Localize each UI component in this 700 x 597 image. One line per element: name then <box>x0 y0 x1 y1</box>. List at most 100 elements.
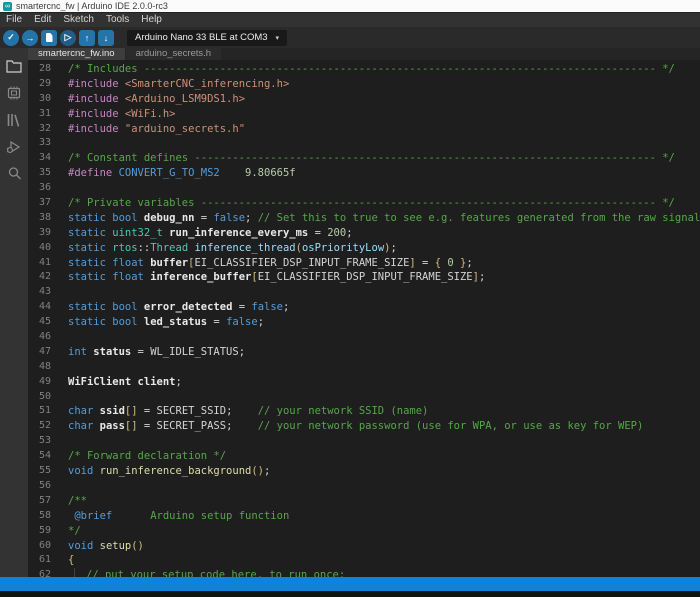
search-icon[interactable] <box>5 165 23 182</box>
code-text: static bool error_detected = false; <box>68 300 700 315</box>
line-number: 50 <box>28 390 68 405</box>
line-number: 30 <box>28 92 68 107</box>
line-number: 58 <box>28 509 68 524</box>
code-line[interactable]: 39static uint32_t run_inference_every_ms… <box>28 226 700 241</box>
code-line[interactable]: 31#include <WiFi.h> <box>28 107 700 122</box>
line-number: 57 <box>28 494 68 509</box>
code-text: /* Forward declaration */ <box>68 449 700 464</box>
indent-guide <box>74 568 86 577</box>
arduino-app-icon: ∞ <box>3 2 12 11</box>
tab-arduino-secrets-h[interactable]: arduino_secrets.h <box>126 48 222 60</box>
code-text: static bool led_status = false; <box>68 315 700 330</box>
code-line[interactable]: 52char pass[] = SECRET_PASS; // your net… <box>28 419 700 434</box>
save-button[interactable]: ↓ <box>98 30 114 46</box>
code-editor[interactable]: 28/* Includes --------------------------… <box>28 60 700 577</box>
code-line[interactable]: 43 <box>28 285 700 300</box>
code-line[interactable]: 32#include "arduino_secrets.h" <box>28 122 700 137</box>
library-manager-icon[interactable] <box>5 111 23 128</box>
code-line[interactable]: 59*/ <box>28 524 700 539</box>
menu-tools[interactable]: Tools <box>100 13 135 27</box>
code-line[interactable]: 28/* Includes --------------------------… <box>28 62 700 77</box>
upload-button[interactable]: → <box>22 30 38 46</box>
tab-smartercnc-fw-ino[interactable]: smartercnc_fw.ino <box>28 48 125 60</box>
code-text: #include <SmarterCNC_inferencing.h> <box>68 77 700 92</box>
menu-sketch[interactable]: Sketch <box>57 13 100 27</box>
line-number: 54 <box>28 449 68 464</box>
line-number: 33 <box>28 136 68 151</box>
code-line[interactable]: 53 <box>28 434 700 449</box>
code-text: { <box>68 553 700 568</box>
line-number: 35 <box>28 166 68 181</box>
code-line[interactable]: 29#include <SmarterCNC_inferencing.h> <box>28 77 700 92</box>
code-line[interactable]: 48 <box>28 360 700 375</box>
line-number: 61 <box>28 553 68 568</box>
code-line[interactable]: 62// put your setup code here, to run on… <box>28 568 700 577</box>
line-number: 28 <box>28 62 68 77</box>
code-text <box>68 181 700 196</box>
code-text: static rtos::Thread inference_thread(osP… <box>68 241 700 256</box>
code-text <box>68 479 700 494</box>
menu-file[interactable]: File <box>0 13 28 27</box>
line-number: 37 <box>28 196 68 211</box>
title-bar: ∞ smartercnc_fw | Arduino IDE 2.0.0-rc3 <box>0 0 700 13</box>
code-line[interactable]: 35#define CONVERT_G_TO_MS2 9.80665f <box>28 166 700 181</box>
code-line[interactable]: 37/* Private variables -----------------… <box>28 196 700 211</box>
code-line[interactable]: 49WiFiClient client; <box>28 375 700 390</box>
code-line[interactable]: 57/** <box>28 494 700 509</box>
code-text: static float buffer[EI_CLASSIFIER_DSP_IN… <box>68 256 700 271</box>
new-sketch-button[interactable] <box>41 30 57 46</box>
code-text: @brief Arduino setup function <box>68 509 700 524</box>
line-number: 39 <box>28 226 68 241</box>
line-number: 29 <box>28 77 68 92</box>
code-text <box>68 434 700 449</box>
debug-icon[interactable] <box>5 138 23 155</box>
board-selector-dropdown[interactable]: Arduino Nano 33 BLE at COM3 ▾ <box>127 30 287 46</box>
code-text: #include <WiFi.h> <box>68 107 700 122</box>
menu-edit[interactable]: Edit <box>28 13 57 27</box>
code-line[interactable]: 56 <box>28 479 700 494</box>
code-text: static uint32_t run_inference_every_ms =… <box>68 226 700 241</box>
code-line[interactable]: 36 <box>28 181 700 196</box>
tab-bar: smartercnc_fw.ino arduino_secrets.h <box>28 48 700 60</box>
open-button[interactable]: ↑ <box>79 30 95 46</box>
code-text: void setup() <box>68 539 700 554</box>
code-text: */ <box>68 524 700 539</box>
code-line[interactable]: 60void setup() <box>28 539 700 554</box>
line-number: 44 <box>28 300 68 315</box>
line-number: 53 <box>28 434 68 449</box>
code-line[interactable]: 40static rtos::Thread inference_thread(o… <box>28 241 700 256</box>
code-line[interactable]: 45static bool led_status = false; <box>28 315 700 330</box>
chevron-down-icon: ▾ <box>276 34 280 42</box>
code-line[interactable]: 30#include <Arduino_LSM9DS1.h> <box>28 92 700 107</box>
code-line[interactable]: 54/* Forward declaration */ <box>28 449 700 464</box>
line-number: 47 <box>28 345 68 360</box>
code-line[interactable]: 58 @brief Arduino setup function <box>28 509 700 524</box>
code-line[interactable]: 55void run_inference_background(); <box>28 464 700 479</box>
menu-help[interactable]: Help <box>135 13 168 27</box>
code-text <box>68 390 700 405</box>
code-text: static bool debug_nn = false; // Set thi… <box>68 211 700 226</box>
code-line[interactable]: 47int status = WL_IDLE_STATUS; <box>28 345 700 360</box>
code-line[interactable]: 42static float inference_buffer[EI_CLASS… <box>28 270 700 285</box>
code-line[interactable]: 46 <box>28 330 700 345</box>
boards-manager-icon[interactable] <box>5 84 23 101</box>
code-line[interactable]: 51char ssid[] = SECRET_SSID; // your net… <box>28 404 700 419</box>
code-text <box>68 285 700 300</box>
code-line[interactable]: 34/* Constant defines ------------------… <box>28 151 700 166</box>
line-number: 46 <box>28 330 68 345</box>
line-number: 42 <box>28 270 68 285</box>
sketchbook-folder-icon[interactable] <box>5 57 23 74</box>
line-number: 41 <box>28 256 68 271</box>
code-line[interactable]: 38static bool debug_nn = false; // Set t… <box>28 211 700 226</box>
code-line[interactable]: 50 <box>28 390 700 405</box>
debug-button[interactable]: ▷ <box>60 30 76 46</box>
toolbar: ✓ → ▷ ↑ ↓ Arduino Nano 33 BLE at COM3 ▾ <box>0 27 700 48</box>
code-line[interactable]: 33 <box>28 136 700 151</box>
line-number: 34 <box>28 151 68 166</box>
code-line[interactable]: 61{ <box>28 553 700 568</box>
workbench: smartercnc_fw.ino arduino_secrets.h 28/*… <box>0 48 700 577</box>
code-line[interactable]: 41static float buffer[EI_CLASSIFIER_DSP_… <box>28 256 700 271</box>
verify-button[interactable]: ✓ <box>3 30 19 46</box>
line-number: 43 <box>28 285 68 300</box>
code-line[interactable]: 44static bool error_detected = false; <box>28 300 700 315</box>
